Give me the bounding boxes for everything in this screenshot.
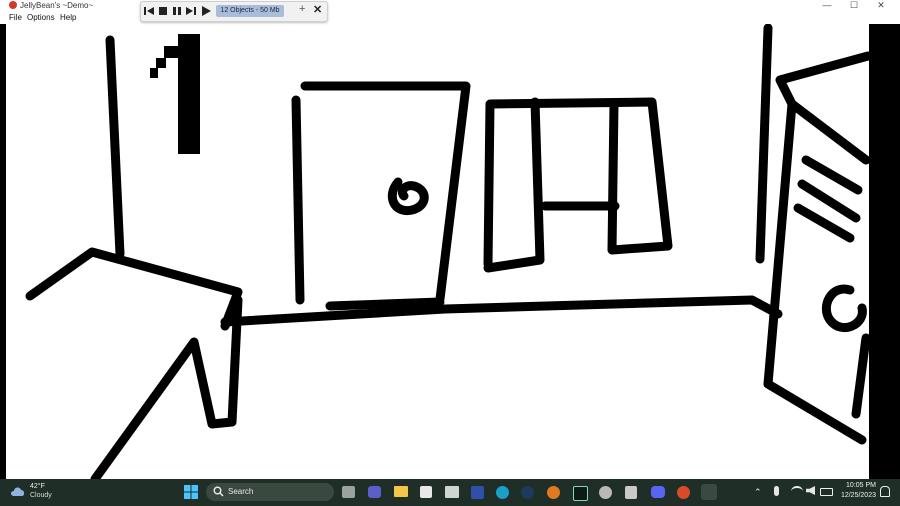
left-wall-edge xyxy=(105,35,125,259)
obs-icon[interactable] xyxy=(599,486,612,499)
teams-icon[interactable] xyxy=(368,486,381,498)
blender-icon[interactable] xyxy=(547,486,560,499)
right-border xyxy=(869,24,900,479)
cabinet-outline xyxy=(763,51,873,445)
weather-condition[interactable]: Cloudy xyxy=(30,492,52,499)
microphone-icon[interactable] xyxy=(774,486,779,496)
skip-forward-icon[interactable] xyxy=(185,5,197,17)
search-label: Search xyxy=(228,487,254,496)
close-toolbar-button[interactable]: ✕ xyxy=(313,3,322,16)
object-count-status: 12 Objects - 50 Mb xyxy=(216,5,284,17)
drawing-canvas[interactable] xyxy=(0,24,900,479)
window-titlebar[interactable]: JellyBean's ~Demo~ — ☐ ✕ xyxy=(0,0,900,11)
menu-file[interactable]: File xyxy=(9,13,22,22)
close-window-button[interactable]: ✕ xyxy=(866,0,896,11)
skip-back-icon[interactable] xyxy=(143,5,155,17)
room-sketch xyxy=(0,24,900,479)
add-object-button[interactable]: + xyxy=(299,3,305,15)
pause-icon[interactable] xyxy=(171,5,183,17)
right-wall-edge xyxy=(755,24,773,264)
floor-line xyxy=(220,295,783,327)
steam-icon[interactable] xyxy=(521,486,534,499)
windows-taskbar: 42°F Cloudy Search ⌃ 10:05 PM 12/25/2023 xyxy=(0,479,900,506)
file-explorer-icon[interactable] xyxy=(394,486,408,497)
window-title: JellyBean's ~Demo~ xyxy=(20,1,94,10)
menu-options[interactable]: Options xyxy=(27,13,55,22)
app-icon xyxy=(9,1,17,9)
cabinet-top-edge xyxy=(787,99,871,165)
window-frame xyxy=(483,97,673,269)
active-app-icon[interactable] xyxy=(701,484,717,500)
door-left-edge xyxy=(291,95,305,305)
window-left-pane xyxy=(483,97,545,273)
door-knob xyxy=(387,177,429,216)
weather-temperature[interactable]: 42°F xyxy=(30,483,45,490)
bolt-app-icon[interactable] xyxy=(625,486,637,499)
search-icon xyxy=(213,486,224,497)
task-view-icon[interactable] xyxy=(342,486,355,498)
maximize-button[interactable]: ☐ xyxy=(839,0,869,11)
clock-date[interactable]: 12/25/2023 xyxy=(838,492,876,499)
notification-bell-icon[interactable] xyxy=(880,486,890,497)
media-toolbar: 12 Objects - 50 Mb + ✕ xyxy=(140,1,328,22)
number-one-mark xyxy=(150,34,200,154)
stop-icon[interactable] xyxy=(157,5,169,17)
volume-icon[interactable] xyxy=(806,486,815,495)
battery-icon[interactable] xyxy=(820,488,833,496)
wifi-icon[interactable] xyxy=(791,486,803,497)
menu-bar: File Options Help xyxy=(0,11,900,24)
cloud-icon[interactable] xyxy=(10,485,26,497)
edge-icon[interactable] xyxy=(496,486,509,499)
minimize-button[interactable]: — xyxy=(812,0,842,11)
door-bottom xyxy=(325,297,445,311)
chevron-up-icon[interactable]: ⌃ xyxy=(754,487,762,498)
cabinet-front-edge xyxy=(851,333,871,419)
app-thumbnail-icon[interactable] xyxy=(445,486,459,498)
taskbar-search[interactable]: Search xyxy=(206,483,334,501)
jellybean-app-icon[interactable] xyxy=(677,486,690,499)
b-app-icon[interactable] xyxy=(471,486,484,499)
clock-time[interactable]: 10:05 PM xyxy=(842,482,876,489)
unity-icon[interactable] xyxy=(573,486,588,501)
table-outline xyxy=(25,247,243,479)
cabinet-handle xyxy=(821,284,867,332)
door-frame xyxy=(300,81,471,304)
play-icon[interactable] xyxy=(200,5,212,17)
windows-start-icon[interactable] xyxy=(184,485,198,499)
left-border xyxy=(0,24,6,479)
cabinet-stripes xyxy=(793,155,863,243)
discord-icon[interactable] xyxy=(651,486,665,498)
store-icon[interactable] xyxy=(420,486,432,498)
menu-help[interactable]: Help xyxy=(60,13,76,22)
